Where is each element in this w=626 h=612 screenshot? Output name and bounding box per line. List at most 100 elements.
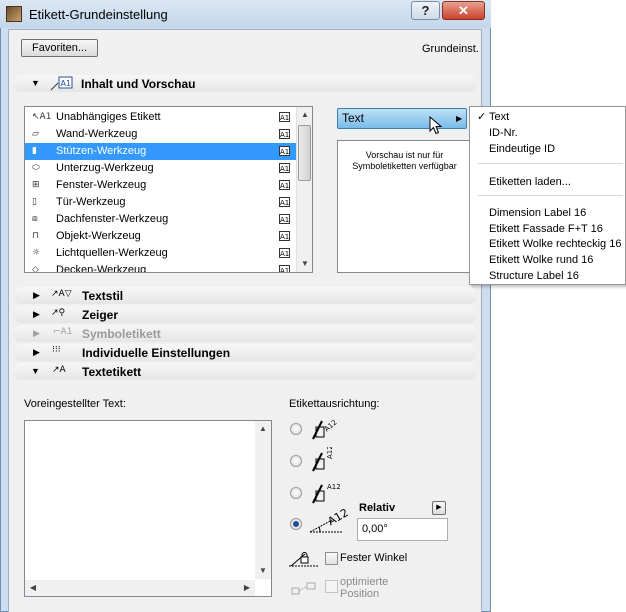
expand-right-icon: ▶ [33, 328, 40, 338]
play-icon: ▶ [436, 504, 442, 511]
expand-down-icon[interactable]: ▼ [31, 366, 40, 376]
menu-item-dimension-label[interactable]: Dimension Label 16 [489, 206, 586, 220]
beam-tool-icon: ⬭ [32, 163, 40, 173]
fixed-angle-label: Fester Winkel [340, 552, 408, 564]
preset-text-label: Voreingestellter Text: [24, 398, 126, 410]
relative-options-button[interactable]: ▶ [432, 501, 446, 515]
section-label-textlabel: Textetikett [82, 365, 142, 379]
help-button[interactable]: ? [411, 1, 440, 20]
menu-item-cloud-rect-label[interactable]: Etikett Wolke rechteckig 16 [489, 237, 621, 251]
scroll-down-icon[interactable]: ▼ [297, 256, 313, 272]
tool-list-item-label: Tür-Werkzeug [56, 196, 126, 208]
favorites-button[interactable]: Favoriten... [21, 39, 98, 57]
tool-list-item[interactable]: ⧈ Dachfenster-Werkzeug A1 [25, 211, 296, 228]
section-label-textstyle: Textstil [82, 289, 124, 303]
menu-item-text[interactable]: Text [489, 110, 509, 124]
tool-list-scroll-thumb[interactable] [298, 125, 311, 181]
text-area-vertical-scrollbar[interactable]: ▲ ▼ [255, 421, 271, 579]
skylight-tool-icon: ⧈ [32, 214, 38, 224]
tool-list-item-label: Wand-Werkzeug [56, 128, 138, 140]
alignment-vertical-icon: A12 [310, 445, 340, 473]
expand-right-icon[interactable]: ▶ [33, 309, 40, 320]
svg-text:A12: A12 [323, 418, 339, 433]
scroll-left-icon[interactable]: ◀ [25, 580, 41, 596]
menu-separator [478, 163, 623, 164]
tool-list[interactable]: ↖A1 Unabhängiges Etikett A1 ▱ Wand-Werkzeug A… [24, 106, 313, 273]
tool-list-item-label: Stützen-Werkzeug [56, 145, 147, 157]
relative-label: Relativ [359, 502, 396, 514]
scroll-up-icon[interactable]: ▲ [255, 421, 271, 437]
alignment-horizontal-icon: A12 [310, 479, 344, 505]
alignment-radio-2[interactable] [290, 455, 302, 467]
object-tool-icon: ⊓ [32, 231, 40, 241]
tool-list-item-label: Decken-Werkzeug [56, 264, 147, 273]
label-type-badge: A1 [279, 112, 290, 122]
fixed-angle-checkbox[interactable] [325, 552, 338, 565]
tool-list-item[interactable]: ☼ Lichtquellen-Werkzeug A1 [25, 245, 296, 262]
text-area-horizontal-scrollbar[interactable]: ◀ ▶ [25, 580, 255, 596]
section-label-individual: Individuelle Einstellungen [82, 346, 231, 360]
content-preview-icon: A1 [50, 76, 74, 91]
tool-list-item[interactable]: ▮ Stützen-Werkzeug A1 [25, 143, 296, 160]
alignment-radio-3[interactable] [290, 487, 302, 499]
content-type-value: Text [342, 111, 365, 125]
label-type-badge: A1 [279, 231, 290, 241]
tool-list-item[interactable]: ◇ Decken-Werkzeug A1 [25, 262, 296, 273]
scroll-down-icon[interactable]: ▼ [255, 563, 271, 579]
menu-item-structure-label[interactable]: Structure Label 16 [489, 269, 579, 283]
symbol-label-icon: ⌐A1 [53, 327, 73, 337]
text-style-icon: ↗A▽ [51, 289, 72, 299]
scroll-up-icon[interactable]: ▲ [297, 107, 313, 123]
menu-item-load-labels[interactable]: Etiketten laden... [489, 175, 571, 189]
close-button[interactable]: ✕ [442, 1, 485, 20]
tool-list-item[interactable]: ▯ Tür-Werkzeug A1 [25, 194, 296, 211]
tool-list-item[interactable]: ↖A1 Unabhängiges Etikett A1 [25, 109, 296, 126]
label-type-badge: A1 [279, 265, 290, 273]
tool-list-item[interactable]: ⊞ Fenster-Werkzeug A1 [25, 177, 296, 194]
scroll-right-icon[interactable]: ▶ [239, 580, 255, 596]
label-alignment-label: Etikettausrichtung: [289, 398, 380, 410]
default-settings-label: Grundeinst. [422, 43, 479, 55]
tool-list-item-label: Unabhängiges Etikett [56, 111, 161, 123]
tool-list-item[interactable]: ⬭ Unterzug-Werkzeug A1 [25, 160, 296, 177]
menu-item-unique-id[interactable]: Eindeutige ID [489, 142, 555, 156]
window-title: Etikett-Grundeinstellung [29, 7, 168, 22]
optimized-position-icon [290, 580, 320, 598]
alignment-radio-1[interactable] [290, 423, 302, 435]
preset-text-area[interactable] [24, 420, 272, 597]
optimized-position-checkbox [325, 580, 338, 593]
menu-item-facade-label[interactable]: Etikett Fassade F+T 16 [489, 222, 603, 236]
individual-settings-icon: ⁝⁝⁝ [52, 345, 61, 355]
window-tool-icon: ⊞ [32, 180, 40, 190]
label-type-badge: A1 [279, 248, 290, 258]
label-type-badge: A1 [279, 214, 290, 224]
slab-tool-icon: ◇ [32, 265, 39, 273]
content-type-dropdown[interactable]: Text ▶ [337, 108, 467, 129]
label-type-badge: A1 [279, 129, 290, 139]
fixed-angle-icon [287, 548, 321, 568]
tool-list-item[interactable]: ▱ Wand-Werkzeug A1 [25, 126, 296, 143]
optimized-position-label: optimierte Position [340, 576, 389, 600]
tool-list-item-label: Dachfenster-Werkzeug [56, 213, 169, 225]
expand-right-icon[interactable]: ▶ [33, 347, 40, 358]
section-label-content: Inhalt und Vorschau [81, 77, 196, 91]
independent-label-icon: ↖A1 [32, 112, 52, 122]
tool-list-item-label: Unterzug-Werkzeug [56, 162, 154, 174]
menu-item-cloud-round-label[interactable]: Etikett Wolke rund 16 [489, 253, 593, 267]
expand-right-icon[interactable]: ▶ [33, 290, 40, 301]
svg-text:A1: A1 [61, 79, 72, 88]
angle-input[interactable]: 0,00° [357, 518, 448, 541]
svg-text:A12: A12 [326, 506, 350, 528]
pointer-icon: ↗⚲ [51, 308, 66, 318]
tool-list-item-label: Lichtquellen-Werkzeug [56, 247, 168, 259]
label-type-badge: A1 [279, 146, 290, 156]
wall-tool-icon: ▱ [32, 129, 39, 139]
section-label-symbol: Symboletikett [82, 327, 161, 341]
alignment-radio-4[interactable] [290, 518, 302, 530]
preview-panel: Vorschau ist nur für Symboletiketten ver… [337, 140, 472, 273]
menu-item-id-nr[interactable]: ID-Nr. [489, 126, 518, 140]
expand-down-icon[interactable]: ▼ [31, 78, 40, 88]
tool-list-item-label: Fenster-Werkzeug [56, 179, 147, 191]
door-tool-icon: ▯ [32, 197, 37, 207]
tool-list-item[interactable]: ⊓ Objekt-Werkzeug A1 [25, 228, 296, 245]
